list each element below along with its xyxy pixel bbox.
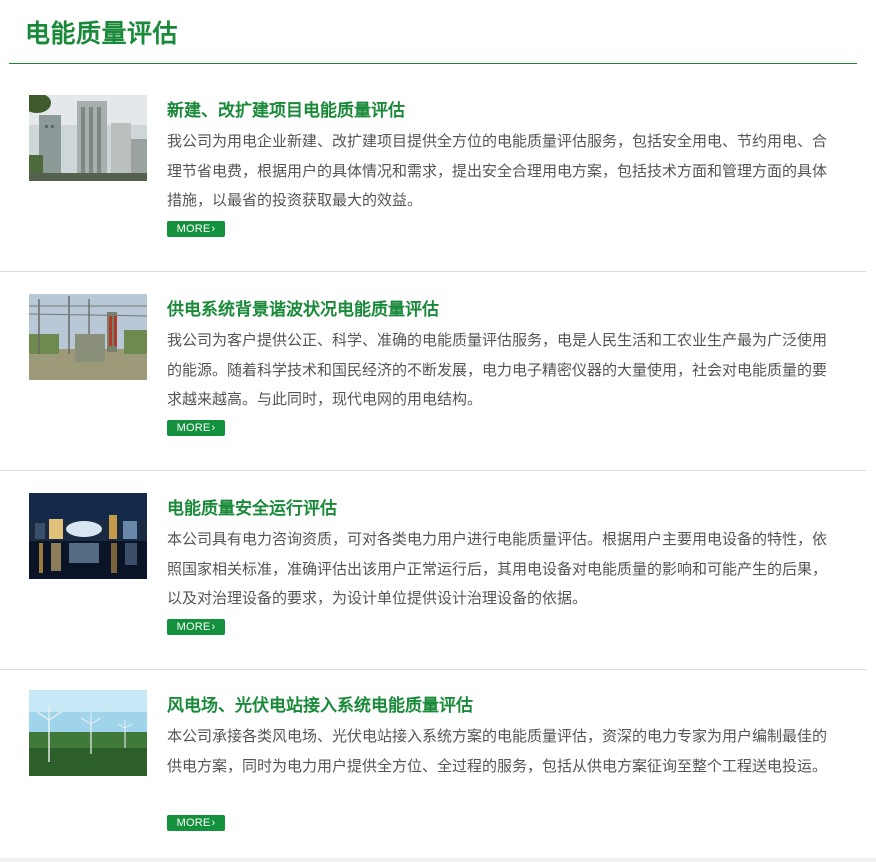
more-label: MORE	[176, 621, 211, 633]
item-description: 我公司为用电企业新建、改扩建项目提供全方位的电能质量评估服务，包括安全用电、节约…	[167, 132, 828, 209]
page-title: 电能质量评估	[25, 19, 179, 48]
page-header: 电能质量评估	[9, 0, 857, 64]
substation-image[interactable]	[29, 294, 147, 380]
list-item: 电能质量安全运行评估 本公司具有电力咨询资质，可对各类电力用户进行电能质量评估。…	[0, 470, 866, 670]
item-description: 本公司承接各类风电场、光伏电站接入系统方案的电能质量评估，资深的电力专家为用户编…	[167, 727, 828, 775]
chevron-right-icon: ›	[211, 223, 216, 235]
list-item: 新建、改扩建项目电能质量评估 我公司为用电企业新建、改扩建项目提供全方位的电能质…	[0, 72, 866, 272]
list-item: 供电系统背景谐波状况电能质量评估 我公司为客户提供公正、科学、准确的电能质量评估…	[0, 271, 866, 471]
more-button[interactable]: MORE›	[167, 619, 225, 635]
more-button[interactable]: MORE›	[167, 815, 225, 831]
more-label: MORE	[176, 422, 211, 434]
item-title[interactable]: 电能质量安全运行评估	[167, 497, 337, 521]
city-buildings-image[interactable]	[29, 95, 147, 181]
more-label: MORE	[176, 223, 211, 235]
chevron-right-icon: ›	[211, 621, 216, 633]
item-description: 本公司具有电力咨询资质，可对各类电力用户进行电能质量评估。根据用户主要用电设备的…	[167, 530, 828, 607]
bottom-divider	[0, 858, 876, 862]
item-title[interactable]: 供电系统背景谐波状况电能质量评估	[167, 298, 439, 322]
more-button[interactable]: MORE›	[167, 420, 225, 436]
list-item: 风电场、光伏电站接入系统电能质量评估 本公司承接各类风电场、光伏电站接入系统方案…	[0, 669, 866, 857]
more-button[interactable]: MORE›	[167, 221, 225, 237]
chevron-right-icon: ›	[211, 422, 216, 434]
night-city-image[interactable]	[29, 493, 147, 579]
item-title[interactable]: 风电场、光伏电站接入系统电能质量评估	[167, 694, 473, 718]
wind-farm-image[interactable]	[29, 690, 147, 776]
item-title[interactable]: 新建、改扩建项目电能质量评估	[167, 99, 405, 123]
chevron-right-icon: ›	[211, 817, 216, 829]
item-description: 我公司为客户提供公正、科学、准确的电能质量评估服务，电是人民生活和工农业生产最为…	[167, 331, 828, 408]
more-label: MORE	[176, 817, 211, 829]
